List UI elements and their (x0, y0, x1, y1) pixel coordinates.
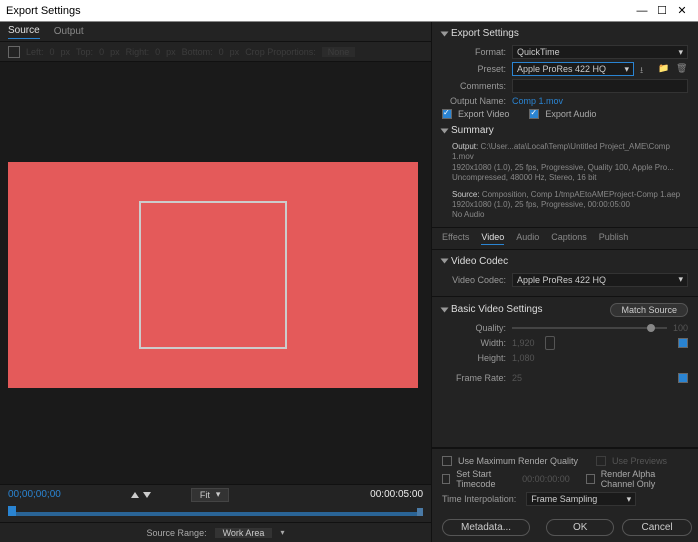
comments-input[interactable] (512, 79, 688, 93)
link-dimensions-icon[interactable] (545, 336, 555, 350)
format-dropdown[interactable]: QuickTime▾ (512, 45, 688, 59)
summary-header: Summary (451, 125, 494, 136)
safe-area-box (139, 201, 287, 349)
tab-audio[interactable]: Audio (516, 232, 539, 245)
right-tabs: Effects Video Audio Captions Publish (432, 228, 698, 250)
export-settings-header: Export Settings (451, 28, 519, 39)
chevron-down-icon[interactable] (441, 259, 449, 264)
use-max-quality-checkbox[interactable] (442, 456, 452, 466)
tab-captions[interactable]: Captions (551, 232, 587, 245)
quality-value: 100 (673, 323, 688, 333)
ok-button[interactable]: OK (546, 519, 614, 536)
save-preset-icon[interactable]: ⭳ (640, 63, 652, 75)
video-codec-dropdown[interactable]: Apple ProRes 422 HQ▾ (512, 273, 688, 287)
preset-dropdown[interactable]: Apple ProRes 422 HQ▾ (512, 62, 634, 76)
playhead-icon[interactable] (8, 506, 16, 516)
tab-effects[interactable]: Effects (442, 232, 469, 245)
framerate-match-checkbox[interactable] (678, 373, 688, 383)
chevron-down-icon[interactable] (441, 128, 449, 133)
framerate-value[interactable]: 25 (512, 373, 522, 383)
crop-proportions-dropdown[interactable]: None (322, 47, 356, 57)
quality-slider[interactable] (512, 327, 667, 329)
timecode-start[interactable]: 00;00;00;00 (8, 489, 61, 500)
transport-bar: 00;00;00;00 Fit ▾ 00:00:05:00 (0, 484, 431, 504)
cancel-button[interactable]: Cancel (622, 519, 691, 536)
export-audio-checkbox[interactable] (529, 109, 539, 119)
width-value[interactable]: 1,920 (512, 338, 535, 348)
height-value[interactable]: 1,080 (512, 353, 535, 363)
output-name-link[interactable]: Comp 1.mov (512, 96, 563, 106)
set-start-tc-checkbox[interactable] (442, 474, 450, 484)
chevron-down-icon[interactable] (441, 31, 449, 36)
timecode-end: 00:00:05:00 (370, 489, 423, 500)
match-source-button[interactable]: Match Source (610, 303, 688, 317)
basic-video-header: Basic Video Settings (451, 304, 543, 315)
out-point-icon[interactable] (417, 508, 423, 516)
metadata-button[interactable]: Metadata... (442, 519, 530, 536)
timeline[interactable] (0, 504, 431, 522)
width-match-checkbox[interactable] (678, 338, 688, 348)
video-codec-header: Video Codec (451, 256, 508, 267)
minimize-icon[interactable]: — (632, 5, 652, 17)
left-tabs: Source Output (0, 22, 431, 42)
prev-frame-icon[interactable] (131, 492, 139, 498)
crop-toolbar: Left:0px Top:0px Right:0px Bottom:0px Cr… (0, 42, 431, 62)
render-alpha-checkbox[interactable] (586, 474, 594, 484)
crop-icon[interactable] (8, 46, 20, 58)
preview-area (0, 62, 431, 484)
preview-canvas (8, 162, 418, 388)
source-range-label: Source Range: (147, 528, 207, 538)
tab-output[interactable]: Output (54, 26, 84, 37)
import-preset-icon[interactable]: 📁 (658, 63, 670, 75)
window-title: Export Settings (6, 5, 81, 17)
tab-video[interactable]: Video (481, 232, 504, 245)
chevron-down-icon[interactable] (441, 307, 449, 312)
delete-preset-icon[interactable]: 🗑 (676, 63, 688, 75)
tab-publish[interactable]: Publish (599, 232, 629, 245)
use-previews-checkbox (596, 456, 606, 466)
next-frame-icon[interactable] (143, 492, 151, 498)
time-interpolation-dropdown[interactable]: Frame Sampling▾ (526, 492, 636, 506)
maximize-icon[interactable]: ☐ (652, 4, 672, 17)
summary-source: Source: Composition, Comp 1/tmpAEtoAMEPr… (442, 190, 688, 221)
tab-source[interactable]: Source (8, 25, 40, 39)
summary-output: Output: C:\User...ata\Local\Temp\Untitle… (442, 142, 688, 184)
source-range-dropdown[interactable]: Work Area (215, 528, 273, 538)
export-video-checkbox[interactable] (442, 109, 452, 119)
titlebar: Export Settings — ☐ ✕ (0, 0, 698, 22)
close-icon[interactable]: ✕ (672, 4, 692, 17)
zoom-dropdown[interactable]: Fit ▾ (191, 488, 230, 502)
